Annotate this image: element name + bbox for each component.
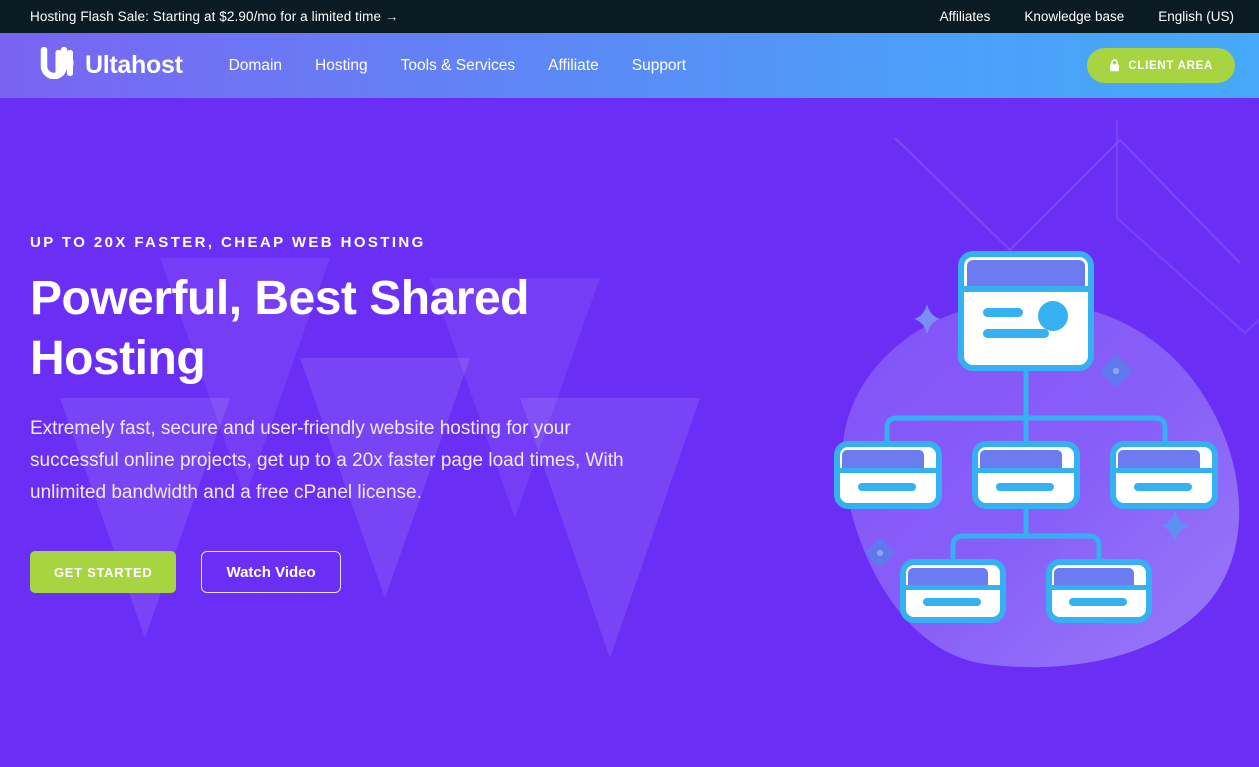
- diamond-icon-right: [1100, 355, 1132, 387]
- hero-description: Extremely fast, secure and user-friendly…: [30, 418, 624, 503]
- announcement-message[interactable]: Hosting Flash Sale: Starting at $2.90/mo…: [30, 9, 399, 24]
- hosting-sitemap-hierarchy-illustration: [825, 246, 1245, 626]
- nav-links: Domain Hosting Tools & Services Affiliat…: [229, 57, 686, 75]
- illustration-card-row2-left: [834, 441, 942, 509]
- client-area-label: CLIENT AREA: [1128, 59, 1213, 72]
- announcement-link-affiliates[interactable]: Affiliates: [940, 9, 991, 24]
- sparkle-icon-top-left: [914, 304, 940, 334]
- nav-item-support[interactable]: Support: [632, 57, 686, 75]
- site-logo[interactable]: Ultahost: [38, 46, 183, 84]
- illustration-card-root: [958, 251, 1094, 371]
- logo-wordmark: Ultahost: [85, 51, 183, 79]
- sparkle-icon-bottom-right: [1161, 510, 1189, 542]
- announcement-bar: Hosting Flash Sale: Starting at $2.90/mo…: [0, 0, 1259, 33]
- illustration-card-row2-right: [1110, 441, 1218, 509]
- get-started-button[interactable]: GET STARTED: [30, 551, 177, 593]
- nav-item-domain[interactable]: Domain: [229, 57, 282, 75]
- nav-item-tools-services[interactable]: Tools & Services: [401, 57, 516, 75]
- language-selector[interactable]: English (US): [1158, 9, 1234, 24]
- hero-section: UP TO 20X FASTER, CHEAP WEB HOSTING Powe…: [0, 98, 1259, 767]
- hero-eyebrow: UP TO 20X FASTER, CHEAP WEB HOSTING: [30, 234, 426, 251]
- announcement-links: Affiliates Knowledge base English (US): [940, 9, 1234, 24]
- nav-item-affiliate[interactable]: Affiliate: [548, 57, 599, 75]
- client-area-button[interactable]: CLIENT AREA: [1087, 48, 1235, 83]
- hero-content: UP TO 20X FASTER, CHEAP WEB HOSTING Powe…: [0, 98, 660, 593]
- uh-monogram-icon: [38, 46, 82, 84]
- illustration-card-row2-middle: [972, 441, 1080, 509]
- lock-icon: [1109, 59, 1120, 72]
- illustration-card-row3-left: [900, 559, 1006, 623]
- hero-cta-row: GET STARTED Watch Video: [30, 551, 660, 593]
- main-navigation-bar: Ultahost Domain Hosting Tools & Services…: [0, 33, 1259, 98]
- watch-video-button[interactable]: Watch Video: [201, 551, 341, 593]
- diamond-icon-bottom-left: [866, 539, 894, 567]
- nav-item-hosting[interactable]: Hosting: [315, 57, 368, 75]
- illustration-card-row3-right: [1046, 559, 1152, 623]
- page-title: Powerful, Best Shared Hosting: [30, 272, 529, 385]
- announcement-link-knowledge-base[interactable]: Knowledge base: [1024, 9, 1124, 24]
